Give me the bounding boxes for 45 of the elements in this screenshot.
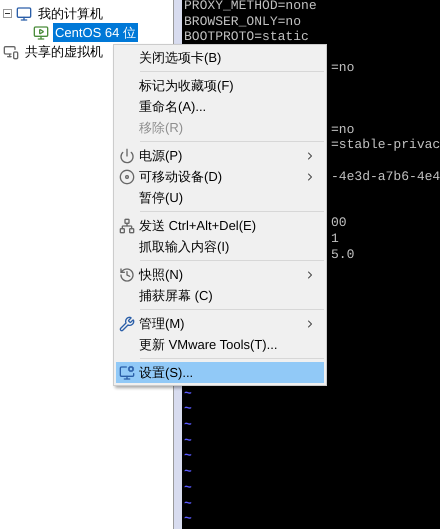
tree-item[interactable]: CentOS 64 位: [53, 22, 138, 42]
menu-item[interactable]: 重命名(A)...: [116, 96, 324, 117]
tree-item[interactable]: 共享的虚拟机: [23, 42, 105, 62]
virtual-machine-icon: [33, 24, 49, 40]
menu-item[interactable]: 可移动设备(D): [116, 166, 324, 187]
network-icon: [119, 218, 135, 234]
menu-item[interactable]: 快照(N): [116, 264, 324, 285]
terminal-line: BROWSER_ONLY=no: [184, 14, 302, 28]
menu-item[interactable]: 关闭选项卡(B): [116, 47, 324, 68]
wrench-icon: [119, 316, 135, 332]
terminal-line: =no: [331, 122, 354, 138]
empty-line-tilde: ~: [184, 496, 192, 512]
menu-item[interactable]: 暂停(U): [116, 187, 324, 208]
power-icon: [119, 148, 135, 164]
menu-item[interactable]: 电源(P): [116, 145, 324, 166]
menu-item[interactable]: 发送 Ctrl+Alt+Del(E): [116, 215, 324, 236]
disc-icon: [119, 168, 135, 184]
terminal-line: =stable-privac: [331, 137, 440, 154]
tree-item[interactable]: 我的计算机: [36, 4, 105, 24]
menu-item[interactable]: 标记为收藏项(F): [116, 75, 324, 96]
clock-icon: [119, 266, 135, 282]
settings-icon: [119, 364, 135, 380]
menu-item[interactable]: 捕获屏幕 (C): [116, 285, 324, 306]
terminal-line: =no: [331, 60, 354, 76]
menu-item[interactable]: 管理(M): [116, 313, 324, 334]
computer-icon: [16, 6, 32, 22]
terminal-line: 1: [331, 230, 339, 246]
terminal-line: 5.0: [331, 246, 354, 262]
empty-line-tilde: ~: [184, 432, 192, 448]
collapse-toggle[interactable]: [3, 9, 12, 18]
menu-item[interactable]: 抓取输入内容(I): [116, 236, 324, 257]
terminal-line: PROXY_METHOD=none: [184, 0, 317, 12]
empty-line-tilde: ~: [184, 464, 192, 480]
menu-item[interactable]: 更新 VMware Tools(T)...: [116, 334, 324, 355]
empty-line-tilde: ~: [184, 448, 192, 464]
empty-line-tilde: ~: [184, 480, 192, 496]
empty-line-tilde: ~: [184, 511, 192, 527]
menu-item[interactable]: 设置(S)...: [116, 362, 324, 383]
shared-computers-icon: [3, 44, 19, 60]
empty-line-tilde: ~: [184, 386, 192, 402]
empty-line-tilde: ~: [184, 417, 192, 433]
terminal-line: 00: [331, 215, 347, 231]
terminal-line: -4e3d-a7b6-4e4: [331, 168, 440, 184]
empty-line-tilde: ~: [184, 401, 192, 418]
terminal-line: BOOTPROTO=static: [184, 30, 309, 44]
